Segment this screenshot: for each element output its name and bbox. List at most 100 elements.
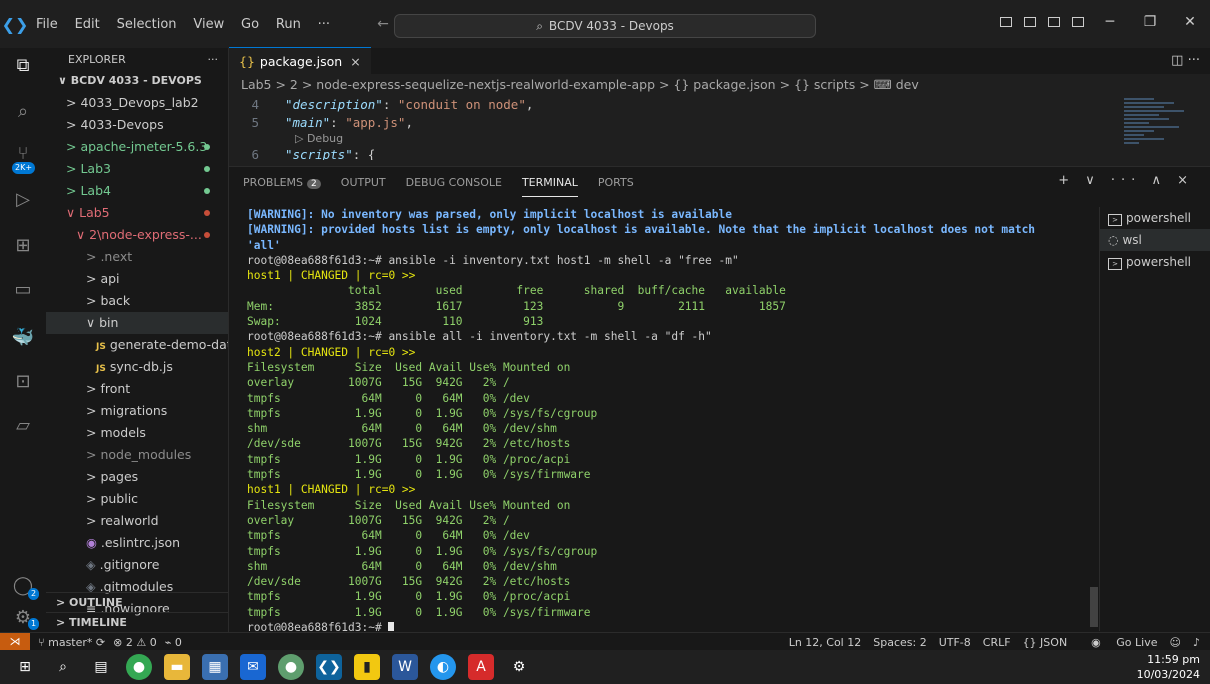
copilot-icon[interactable]: ☺ — [1170, 636, 1181, 649]
tab-debug-console[interactable]: DEBUG CONSOLE — [406, 176, 502, 189]
language-mode[interactable]: {} JSON — [1023, 636, 1068, 649]
chrome-profile-icon[interactable]: ● — [278, 654, 304, 680]
menu-run[interactable]: Run — [276, 17, 301, 32]
outline-section[interactable]: > OUTLINE — [46, 592, 228, 613]
file-explorer-icon[interactable]: ▬ — [164, 654, 190, 680]
tree-item-label: > back — [86, 293, 131, 308]
close-tab-icon[interactable]: × — [350, 54, 360, 69]
tree-item[interactable]: ∨ bin — [46, 312, 228, 334]
docker-taskbar-icon[interactable]: ◐ — [430, 654, 456, 680]
terminal-item-wsl[interactable]: ◌ wsl — [1100, 229, 1210, 251]
docker-icon[interactable]: 🐳 — [11, 326, 35, 350]
tree-item[interactable]: > Lab3 — [46, 158, 228, 180]
timeline-section[interactable]: > TIMELINE — [46, 612, 228, 632]
menu-go[interactable]: Go — [241, 17, 259, 32]
tree-item[interactable]: > 4033-Devops — [46, 114, 228, 136]
powerbi-icon[interactable]: ▮ — [354, 654, 380, 680]
tree-item[interactable]: > migrations — [46, 400, 228, 422]
tree-item[interactable]: ◈ .gitignore — [46, 554, 228, 576]
code-view[interactable]: 4 "description": "conduit on node", 5 "mai… — [229, 96, 1210, 160]
tree-item[interactable]: > pages — [46, 466, 228, 488]
file-tree: > 4033_Devops_lab2 > 4033-Devops > apache-… — [46, 92, 228, 620]
tab-ports[interactable]: PORTS — [598, 176, 634, 189]
cursor-position[interactable]: Ln 12, Col 12 — [789, 636, 862, 649]
terminal-item-powershell[interactable]: > powershell — [1100, 251, 1210, 273]
system-clock[interactable]: 11:59 pm 10/03/2024 — [1137, 652, 1200, 682]
terminal-scrollbar[interactable] — [1090, 587, 1098, 627]
tree-item[interactable]: JS sync-db.js — [46, 356, 228, 378]
chrome-icon[interactable]: ● — [126, 654, 152, 680]
extensions-icon[interactable]: ⊞ — [11, 234, 35, 258]
tree-item[interactable]: > .next — [46, 246, 228, 268]
tree-item[interactable]: > node_modules — [46, 444, 228, 466]
ports-indicator[interactable]: ⌁ 0 — [165, 636, 182, 649]
explorer-more-button[interactable]: ··· — [208, 53, 219, 66]
tree-item[interactable]: > front — [46, 378, 228, 400]
branch-indicator[interactable]: ⑂ master* ⟳ — [38, 636, 105, 649]
breadcrumb[interactable]: Lab5 > 2 > node-express-sequelize-nextjs… — [229, 74, 1210, 96]
split-editor-icon[interactable]: ◫ — [1171, 53, 1183, 68]
menu-more[interactable]: ··· — [318, 17, 330, 32]
tree-item[interactable]: ◉ .eslintrc.json — [46, 532, 228, 554]
tree-item[interactable]: > Lab4 — [46, 180, 228, 202]
tree-item[interactable]: > apache-jmeter-5.6.3 — [46, 136, 228, 158]
remote-explorer-icon[interactable]: ▭ — [11, 278, 35, 302]
menu-edit[interactable]: Edit — [75, 17, 100, 32]
terminal-item-powershell[interactable]: > powershell — [1100, 207, 1210, 229]
command-center-search[interactable]: ⌕ BCDV 4033 - Devops — [394, 14, 816, 38]
word-icon[interactable]: W — [392, 654, 418, 680]
tree-item[interactable]: ∨ 2\node-express-... — [46, 224, 228, 246]
run-debug-icon[interactable]: ▷ — [11, 188, 35, 212]
explorer-icon[interactable]: ⧉ — [11, 54, 35, 78]
terminal-prompt[interactable]: root@08ea688f61d3:~# — [247, 620, 1092, 631]
terminal-output[interactable]: [WARNING]: No inventory was parsed, only… — [247, 207, 1092, 631]
tab-output[interactable]: OUTPUT — [341, 176, 386, 189]
json-colon: : — [330, 115, 346, 130]
settings-taskbar-icon[interactable]: ⚙ — [506, 654, 532, 680]
encoding[interactable]: UTF-8 — [939, 636, 971, 649]
tree-item[interactable]: > models — [46, 422, 228, 444]
close-window-button[interactable]: ✕ — [1170, 14, 1210, 30]
tree-item[interactable]: > realworld — [46, 510, 228, 532]
debug-codelens[interactable]: ▷ Debug — [229, 132, 1210, 146]
vscode-taskbar-icon[interactable]: ❮❯ — [316, 654, 342, 680]
panel-actions[interactable]: + ∨ ··· ∧ × — [1058, 173, 1194, 188]
task-view-icon[interactable]: ▤ — [88, 654, 114, 680]
toggle-sidebar-icon[interactable] — [1000, 17, 1012, 27]
restore-button[interactable]: ❐ — [1130, 14, 1170, 30]
indentation[interactable]: Spaces: 2 — [873, 636, 926, 649]
menu-file[interactable]: File — [36, 17, 58, 32]
mail-icon[interactable]: ✉ — [240, 654, 266, 680]
tree-item[interactable]: > public — [46, 488, 228, 510]
workspace-root[interactable]: ∨ BCDV 4033 - DEVOPS — [46, 70, 228, 92]
tree-item[interactable]: JSgenerate-demo-dat... — [46, 334, 228, 356]
tab-problems[interactable]: PROBLEMS 2 — [243, 176, 321, 189]
tree-item[interactable]: > 4033_Devops_lab2 — [46, 92, 228, 114]
menu-selection[interactable]: Selection — [117, 17, 177, 32]
editor-more-icon[interactable]: ··· — [1188, 53, 1200, 68]
testing-icon[interactable]: ⊡ — [11, 370, 35, 394]
tab-terminal[interactable]: TERMINAL — [521, 176, 578, 197]
search-view-icon[interactable]: ⌕ — [11, 100, 35, 124]
menu-view[interactable]: View — [193, 17, 224, 32]
toggle-secondary-sidebar-icon[interactable] — [1048, 17, 1060, 27]
tab-package-json[interactable]: {} package.json × — [229, 47, 371, 74]
tree-item[interactable]: ∨ Lab5 — [46, 202, 228, 224]
taskbar-search-icon[interactable]: ⌕ — [50, 654, 76, 680]
line-ending[interactable]: CRLF — [983, 636, 1011, 649]
chat-icon[interactable]: ▱ — [11, 414, 35, 438]
minimize-button[interactable]: ─ — [1090, 14, 1130, 30]
toggle-panel-icon[interactable] — [1024, 17, 1036, 27]
tree-item[interactable]: > back — [46, 290, 228, 312]
customize-layout-icon[interactable] — [1072, 17, 1084, 27]
calculator-icon[interactable]: ▦ — [202, 654, 228, 680]
go-live-button[interactable]: ◉ Go Live — [1079, 636, 1157, 649]
remote-indicator-icon[interactable]: ⋊ — [0, 633, 30, 651]
minimap[interactable] — [1120, 96, 1210, 160]
notifications-bell-icon[interactable]: ♪ — [1193, 636, 1200, 649]
acrobat-icon[interactable]: A — [468, 654, 494, 680]
tree-item[interactable]: > api — [46, 268, 228, 290]
windows-start-icon[interactable]: ⊞ — [12, 654, 38, 680]
problems-indicator[interactable]: ⊗ 2 ⚠ 0 — [113, 636, 157, 649]
sync-icon[interactable]: ⟳ — [92, 636, 105, 649]
